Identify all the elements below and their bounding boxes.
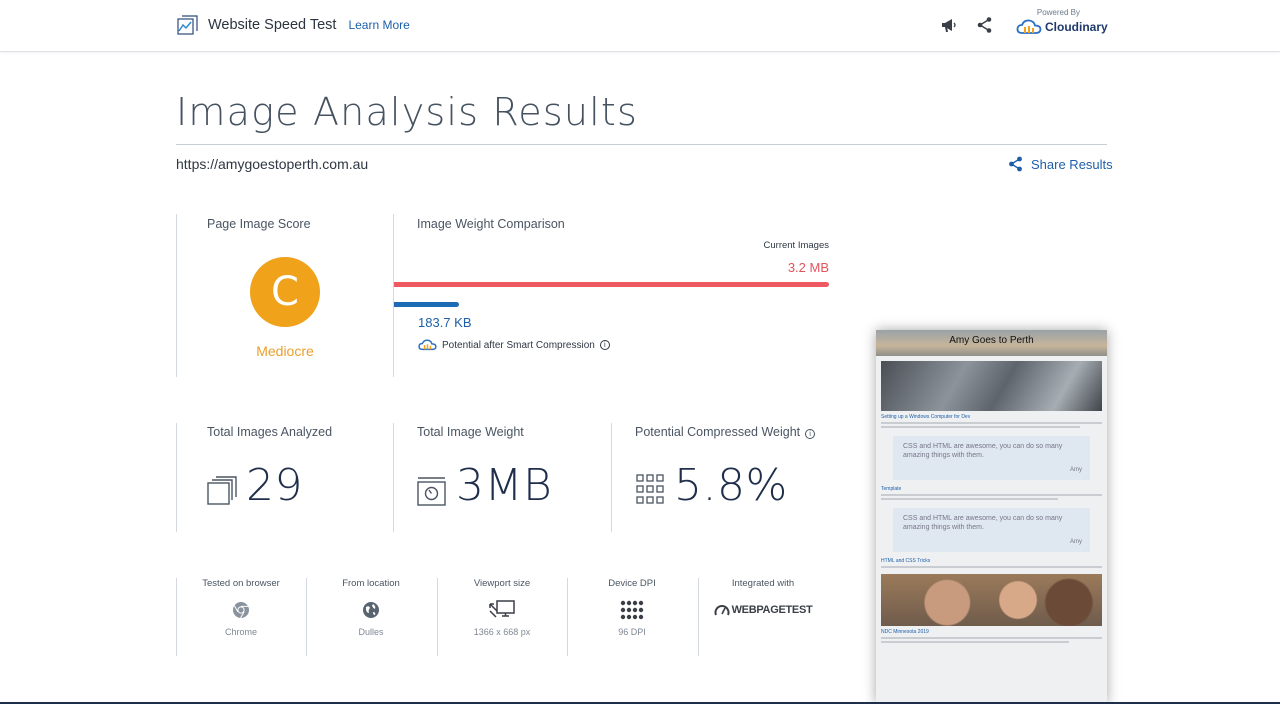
analyzed-url: https://amygoestoperth.com.au xyxy=(176,156,369,172)
grade-badge: C xyxy=(250,257,320,327)
stats-divider xyxy=(611,423,612,532)
preview-text-line xyxy=(881,426,1080,428)
brand[interactable]: Website Speed Test Learn More xyxy=(176,13,410,37)
webpagetest-logo: WEBPAGETEST xyxy=(731,604,813,616)
speed-test-logo-icon xyxy=(177,15,198,35)
preview-text-line xyxy=(881,494,1102,496)
share-icon[interactable] xyxy=(976,16,994,34)
potential-note-text: Potential after Smart Compression xyxy=(442,339,595,351)
title-divider xyxy=(176,144,1107,145)
preview-text-line xyxy=(881,566,1102,568)
tested-browser-label: Tested on browser xyxy=(202,578,280,589)
stats-divider xyxy=(176,423,177,532)
integrated-with-label: Integrated with xyxy=(731,578,795,589)
total-images-value: 29 xyxy=(246,460,303,511)
stats-divider xyxy=(393,423,394,532)
potential-weight-bar xyxy=(394,302,459,307)
grade-description: Mediocre xyxy=(256,343,314,359)
panel-divider xyxy=(393,214,394,377)
viewport-size: Viewport size 1366 x 668 px xyxy=(437,578,567,637)
site-preview-thumbnail: Amy Goes to Perth Setting up a Windows C… xyxy=(876,330,1107,704)
top-header: Website Speed Test Learn More Powered By… xyxy=(0,0,1280,52)
test-location-label: From location xyxy=(342,578,400,589)
device-dpi-label: Device DPI xyxy=(608,578,656,589)
preview-quote-text: CSS and HTML are awesome, you can do so … xyxy=(903,443,1063,459)
powered-by-cloudinary[interactable]: Powered By Cloudinary xyxy=(1016,8,1108,35)
preview-text-line xyxy=(881,641,1069,643)
preview-post-photo xyxy=(881,574,1102,626)
integrated-with: Integrated with WEBPAGETEST xyxy=(698,578,828,627)
viewport-size-value: 1366 x 668 px xyxy=(473,627,531,637)
info-icon[interactable]: i xyxy=(805,429,816,439)
preview-text-line xyxy=(881,498,1058,500)
cloudinary-label: Cloudinary xyxy=(1045,20,1108,34)
preview-post-title: NDC Minnesota 2019 xyxy=(881,629,929,635)
chrome-icon xyxy=(233,602,249,619)
preview-text-line xyxy=(881,422,1102,424)
preview-post-title: Setting up a Windows Computer for Dev xyxy=(881,414,971,420)
potential-note: Potential after Smart Compression i xyxy=(418,339,610,351)
dpi-grid-icon xyxy=(620,600,644,620)
compressed-weight-label: Potential Compressed Weight i xyxy=(635,425,816,439)
total-weight-value: 3MB xyxy=(456,460,553,511)
current-images-value: 3.2 MB xyxy=(787,260,829,275)
preview-quote-author: Amy xyxy=(1070,467,1082,473)
viewport-icon xyxy=(489,600,515,618)
app-title: Website Speed Test xyxy=(208,17,337,33)
compressed-weight-label-text: Potential Compressed Weight xyxy=(635,425,801,439)
viewport-size-label: Viewport size xyxy=(473,578,531,589)
panel-divider xyxy=(176,214,177,377)
share-icon xyxy=(1009,156,1022,172)
images-stack-icon xyxy=(207,476,237,505)
megaphone-icon[interactable] xyxy=(940,16,958,34)
share-results-label: Share Results xyxy=(1031,156,1113,172)
preview-text-line xyxy=(881,637,1102,639)
cloudinary-logo-icon xyxy=(1016,19,1042,34)
current-weight-bar xyxy=(394,282,829,287)
page-title: Image Analysis Results xyxy=(176,90,639,134)
device-dpi: Device DPI 96 DPI xyxy=(567,578,697,637)
image-weight-comparison-label: Image Weight Comparison xyxy=(417,217,565,231)
preview-quote-author: Amy xyxy=(1070,539,1082,545)
preview-post-title: HTML and CSS Tricks xyxy=(881,558,931,564)
preview-post-title: Template xyxy=(881,486,902,492)
location-icon xyxy=(363,602,379,618)
webpagetest-gauge-icon xyxy=(714,605,730,616)
test-location: From location Dulles xyxy=(306,578,436,637)
test-location-value: Dulles xyxy=(358,627,384,637)
preview-post-image xyxy=(881,361,1102,411)
learn-more-link[interactable]: Learn More xyxy=(348,18,409,32)
total-images-label: Total Images Analyzed xyxy=(207,425,333,439)
weight-scale-icon xyxy=(417,477,446,506)
preview-quote: CSS and HTML are awesome, you can do so … xyxy=(893,436,1090,480)
device-dpi-value: 96 DPI xyxy=(618,627,646,637)
page-image-score-label: Page Image Score xyxy=(207,217,311,231)
current-images-label: Current Images xyxy=(763,240,829,251)
potential-weight-value: 183.7 KB xyxy=(418,315,472,330)
compressed-weight-value: 5.8% xyxy=(674,460,788,511)
total-weight-label: Total Image Weight xyxy=(417,425,524,439)
share-results-button[interactable]: Share Results xyxy=(1008,156,1113,172)
info-icon[interactable]: i xyxy=(599,340,610,350)
powered-by-label: Powered By xyxy=(1036,8,1080,17)
preview-site-header: Amy Goes to Perth xyxy=(876,330,1107,356)
compression-grid-icon xyxy=(636,474,664,504)
tested-browser: Tested on browser Chrome xyxy=(176,578,306,637)
cloudinary-small-icon xyxy=(418,339,437,351)
preview-quote: CSS and HTML are awesome, you can do so … xyxy=(893,508,1090,552)
preview-quote-text: CSS and HTML are awesome, you can do so … xyxy=(903,515,1063,531)
tested-browser-value: Chrome xyxy=(224,627,257,637)
